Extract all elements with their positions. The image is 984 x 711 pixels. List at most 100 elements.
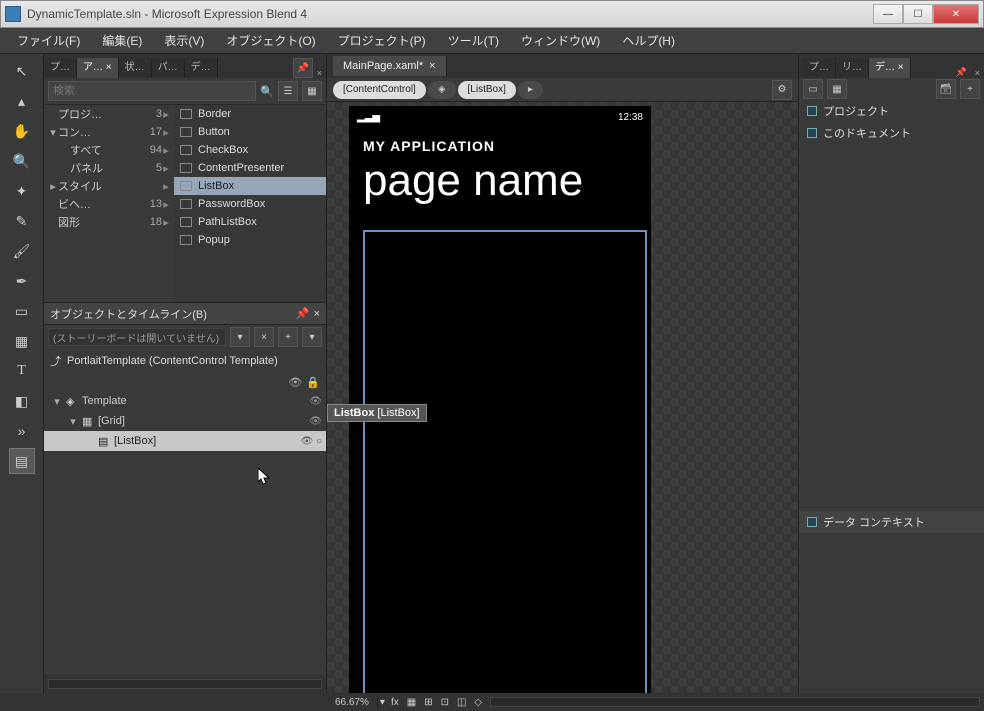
menu-file[interactable]: ファイル(F) — [6, 32, 91, 49]
asset-item[interactable]: ContentPresenter — [174, 159, 326, 177]
annotation-icon[interactable]: ◇ — [470, 697, 486, 708]
more-tools-icon[interactable]: » — [9, 418, 35, 444]
tab-rp-proj[interactable]: プ… — [803, 58, 836, 78]
left-scrollbar[interactable] — [48, 679, 322, 689]
doc-tab-close-icon[interactable]: × — [429, 60, 435, 72]
menu-help[interactable]: ヘルプ(H) — [611, 32, 686, 49]
tool-rail: ↖ ▴ ✋ 🔍 ✦ ✎ 🖌 ✒ ▭ ▦ T ◧ » ▤ — [0, 54, 44, 693]
asset-item[interactable]: PasswordBox — [174, 195, 326, 213]
tree-node[interactable]: ▾◈Template👁 — [44, 391, 326, 411]
asset-category[interactable]: パネル5▸ — [44, 159, 174, 177]
hand-tool-icon[interactable]: ✋ — [9, 118, 35, 144]
tab-parts[interactable]: パ… — [152, 58, 185, 78]
listbox-tool-icon[interactable]: ▤ — [9, 448, 35, 474]
data-context-header[interactable]: データ コンテキスト — [799, 511, 984, 533]
menu-edit[interactable]: 編集(E) — [91, 32, 153, 49]
tree-node[interactable]: ▤[ListBox]👁 ○ — [44, 431, 326, 451]
menu-window[interactable]: ウィンドウ(W) — [510, 32, 611, 49]
asset-category[interactable]: 図形18▸ — [44, 213, 174, 231]
search-input[interactable] — [48, 81, 256, 101]
zoom-dropdown-icon[interactable]: ▾ — [378, 697, 387, 708]
asset-item[interactable]: PathListBox — [174, 213, 326, 231]
min-button[interactable]: — — [873, 4, 903, 24]
view-grid-icon[interactable]: ▦ — [302, 81, 322, 101]
asset-item[interactable]: Popup — [174, 231, 326, 249]
storyboard-new-icon[interactable]: + — [278, 327, 298, 347]
menu-tools[interactable]: ツール(T) — [437, 32, 510, 49]
asset-item[interactable]: Border — [174, 105, 326, 123]
snap2-icon[interactable]: ⊡ — [437, 697, 453, 708]
asset-category[interactable]: ▾コン…17▸ — [44, 123, 174, 141]
direct-select-tool-icon[interactable]: ▴ — [9, 88, 35, 114]
zoom-tool-icon[interactable]: 🔍 — [9, 148, 35, 174]
text-tool-icon[interactable]: T — [9, 358, 35, 384]
source-icon[interactable]: 🗃 — [936, 79, 956, 99]
template-row[interactable]: ⤴ PortlaitTemplate (ContentControl Templ… — [44, 349, 326, 373]
pin-icon[interactable]: 📌 — [296, 307, 310, 320]
snap3-icon[interactable]: ◫ — [453, 697, 470, 708]
snap1-icon[interactable]: ⊞ — [420, 697, 436, 708]
storyboard-close-icon[interactable]: × — [254, 327, 274, 347]
add-icon[interactable]: + — [960, 79, 980, 99]
tab-assets[interactable]: ア… × — [77, 58, 119, 78]
rectangle-tool-icon[interactable]: ▭ — [9, 298, 35, 324]
center-area: MainPage.xaml* × [ContentControl] ◈ [Lis… — [327, 54, 798, 693]
asset-item[interactable]: ListBox — [174, 177, 326, 195]
grid-icon[interactable]: ▦ — [403, 697, 420, 708]
tab-projects[interactable]: プ… — [44, 58, 77, 78]
rp-item-project[interactable]: プロジェクト — [799, 100, 984, 122]
phone-time: 12:38 — [618, 112, 643, 123]
asset-item[interactable]: Button — [174, 123, 326, 141]
asset-category[interactable]: すべて94▸ — [44, 141, 174, 159]
rp-item-thisdoc[interactable]: このドキュメント — [799, 122, 984, 144]
visibility-column-icon: 👁 — [288, 376, 302, 389]
selection-tool-icon[interactable]: ↖ — [9, 58, 35, 84]
crumb-contentcontrol[interactable]: [ContentControl] — [333, 81, 426, 99]
view2-icon[interactable]: ▦ — [827, 79, 847, 99]
menu-project[interactable]: プロジェクト(P) — [327, 32, 437, 49]
crumb-expand-icon[interactable]: ▸ — [518, 81, 543, 99]
storyboard-more-icon[interactable]: ▾ — [302, 327, 322, 347]
tab-rp-res[interactable]: リ… — [836, 58, 869, 78]
artboard-options-icon[interactable]: ⚙ — [772, 80, 792, 100]
menu-object[interactable]: オブジェクト(O) — [215, 32, 326, 49]
zoom-level[interactable]: 66.67% — [327, 697, 378, 708]
up-scope-icon[interactable]: ⤴ — [50, 353, 61, 369]
crumb-listbox[interactable]: [ListBox] — [458, 81, 516, 99]
camera-tool-icon[interactable]: ✦ — [9, 178, 35, 204]
view-list-icon[interactable]: ☰ — [278, 81, 298, 101]
asset-category[interactable]: プロジ…3▸ — [44, 105, 174, 123]
asset-category[interactable]: ▸スタイル▸ — [44, 177, 174, 195]
tree-node[interactable]: ▾▦[Grid]👁 — [44, 411, 326, 431]
panel-close-icon[interactable]: × — [310, 308, 320, 320]
tab-rp-data[interactable]: デ… × — [869, 58, 911, 78]
storyboard-dropdown-icon[interactable]: ▾ — [230, 327, 250, 347]
crumb-template-icon[interactable]: ◈ — [428, 81, 456, 99]
pin-icon[interactable]: 📌 — [952, 67, 971, 78]
brush-tool-icon[interactable]: ✎ — [9, 208, 35, 234]
listbox-selection[interactable] — [363, 230, 647, 693]
menu-view[interactable]: 表示(V) — [153, 32, 215, 49]
asset-item[interactable]: CheckBox — [174, 141, 326, 159]
asset-category[interactable]: ビヘ…13▸ — [44, 195, 174, 213]
search-icon[interactable]: 🔍 — [260, 85, 274, 98]
artboard[interactable]: ▂▃▅ 12:38 MY APPLICATION page name ListB… — [327, 102, 798, 693]
rp-item-label: このドキュメント — [823, 125, 911, 141]
horizontal-scrollbar[interactable] — [490, 697, 980, 707]
object-tree: ▾◈Template👁▾▦[Grid]👁▤[ListBox]👁 ○ — [44, 391, 326, 675]
max-button[interactable]: ☐ — [903, 4, 933, 24]
panel-close-icon[interactable]: × — [971, 68, 984, 78]
layout-tool-icon[interactable]: ▦ — [9, 328, 35, 354]
fx-icon[interactable]: fx — [387, 697, 403, 708]
pin-icon[interactable]: 📌 — [293, 58, 313, 78]
tab-data[interactable]: デ… — [185, 58, 218, 78]
tab-states[interactable]: 状… — [119, 58, 152, 78]
doc-tab-mainpage[interactable]: MainPage.xaml* × — [333, 56, 447, 76]
panel-close-icon[interactable]: × — [313, 68, 326, 78]
close-button[interactable]: ✕ — [933, 4, 979, 24]
box-icon — [807, 128, 817, 138]
paint-tool-icon[interactable]: 🖌 — [9, 238, 35, 264]
view1-icon[interactable]: ▭ — [803, 79, 823, 99]
asset-tool-icon[interactable]: ◧ — [9, 388, 35, 414]
pen-tool-icon[interactable]: ✒ — [9, 268, 35, 294]
